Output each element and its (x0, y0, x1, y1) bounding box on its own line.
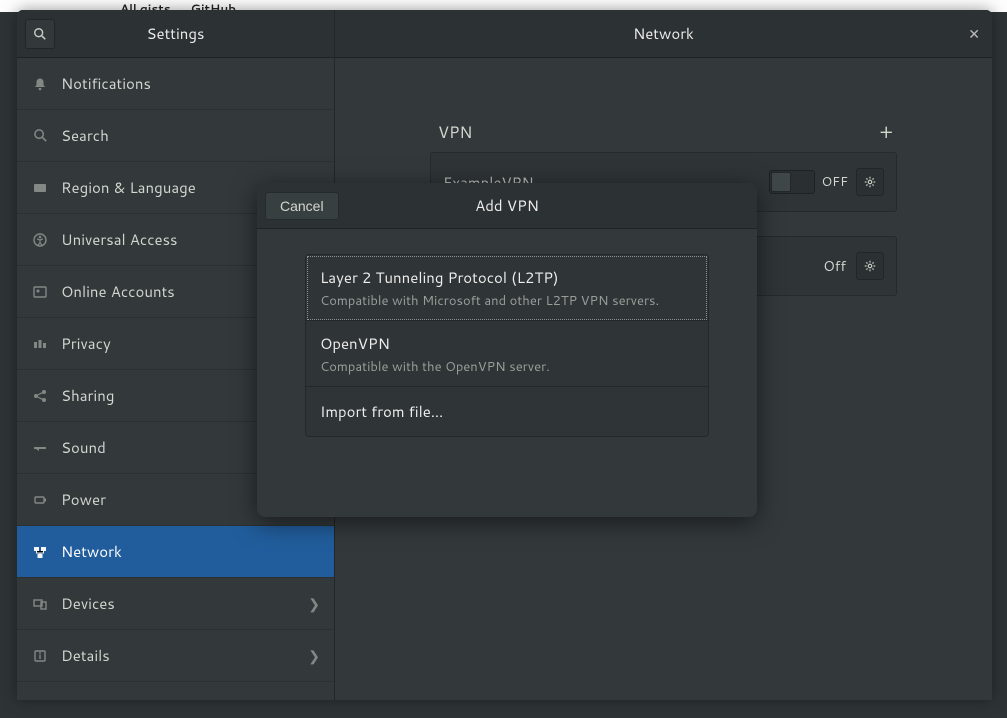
sound-icon (31, 439, 49, 457)
vpn-option-desc: Compatible with Microsoft and other L2TP… (320, 292, 694, 310)
toggle-knob (771, 172, 791, 192)
vpn-toggle[interactable]: OFF (769, 170, 848, 194)
sidebar-item-details[interactable]: Details ❯ (17, 630, 334, 682)
details-icon (31, 647, 49, 665)
vpn-option-openvpn[interactable]: OpenVPN Compatible with the OpenVPN serv… (306, 321, 708, 387)
devices-icon (31, 595, 49, 613)
vpn-option-import[interactable]: Import from file… (306, 387, 708, 436)
sidebar-item-label: Notifications (61, 73, 320, 94)
vpn-option-desc: Compatible with the OpenVPN server. (320, 358, 694, 376)
sidebar-item-devices[interactable]: Devices ❯ (17, 578, 334, 630)
bell-icon (31, 75, 49, 93)
toggle-track (769, 170, 815, 194)
dialog-title: Add VPN (475, 195, 539, 216)
cancel-button[interactable]: Cancel (265, 192, 339, 220)
add-vpn-dialog: Cancel Add VPN Layer 2 Tunneling Protoco… (257, 183, 757, 517)
power-icon (31, 491, 49, 509)
sidebar-title: Settings (25, 23, 326, 44)
chevron-right-icon: ❯ (308, 646, 320, 666)
magnify-icon (31, 127, 49, 145)
sidebar-header: Settings (17, 10, 334, 58)
sidebar-item-label: Devices (61, 593, 308, 614)
vpn-heading: VPN (438, 121, 472, 144)
network-icon (31, 543, 49, 561)
plus-icon: + (879, 118, 893, 146)
vpn-settings-button[interactable] (856, 168, 884, 196)
sidebar-item-label: Details (61, 645, 308, 666)
gear-icon (863, 175, 877, 189)
dialog-body: Layer 2 Tunneling Protocol (L2TP) Compat… (257, 229, 757, 517)
accessibility-icon (31, 231, 49, 249)
vpn-toggle-text: OFF (821, 173, 848, 191)
sidebar-item-label: Network (61, 541, 320, 562)
main-header: Network ✕ (335, 10, 992, 58)
vpn-type-list: Layer 2 Tunneling Protocol (L2TP) Compat… (305, 254, 709, 437)
sidebar-item-label: Search (61, 125, 320, 146)
vpn-option-l2tp[interactable]: Layer 2 Tunneling Protocol (L2TP) Compat… (306, 255, 708, 321)
dialog-header: Cancel Add VPN (257, 183, 757, 229)
gear-icon (863, 259, 877, 273)
close-icon: ✕ (968, 24, 980, 44)
close-button[interactable]: ✕ (968, 24, 980, 44)
proxy-settings-button[interactable] (856, 252, 884, 280)
vpn-section-header: VPN + (430, 118, 897, 152)
account-icon (31, 283, 49, 301)
vpn-option-title: Layer 2 Tunneling Protocol (L2TP) (320, 267, 694, 288)
privacy-icon (31, 335, 49, 353)
share-icon (31, 387, 49, 405)
proxy-status: Off (823, 256, 846, 276)
chevron-right-icon: ❯ (308, 594, 320, 614)
sidebar-item-search[interactable]: Search (17, 110, 334, 162)
add-vpn-button[interactable]: + (879, 118, 893, 146)
sidebar-item-notifications[interactable]: Notifications (17, 58, 334, 110)
main-title: Network (633, 23, 694, 44)
globe-icon (31, 179, 49, 197)
vpn-option-title: OpenVPN (320, 333, 694, 354)
sidebar-item-network[interactable]: Network (17, 526, 334, 578)
vpn-import-label: Import from file… (320, 401, 694, 422)
